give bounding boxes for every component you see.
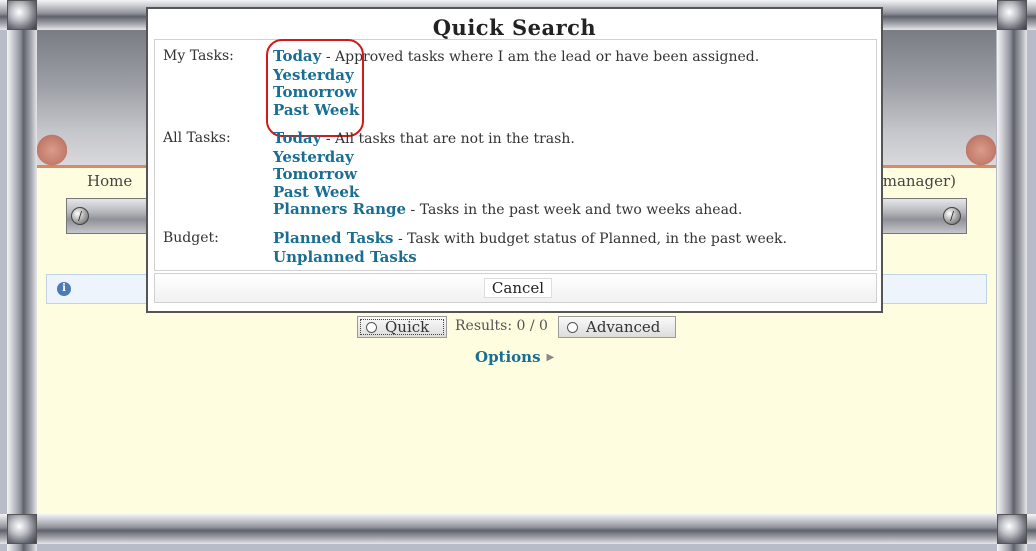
planned-tasks-link[interactable]: Planned Tasks [273, 229, 394, 247]
all-today-desc: - All tasks that are not in the trash. [321, 131, 575, 147]
dialog-title: Quick Search [432, 15, 597, 40]
cancel-button[interactable]: Cancel [484, 278, 552, 298]
list-item: Planned Tasks - Task with budget status … [273, 229, 787, 249]
decor-right [966, 130, 996, 170]
all-tomorrow-link[interactable]: Tomorrow [273, 165, 357, 183]
nav-manager-link[interactable]: manager) [883, 172, 956, 190]
triangle-right-icon: ▶ [546, 352, 555, 363]
planned-tasks-desc: - Task with budget status of Planned, in… [393, 231, 787, 247]
magnifier-icon [567, 322, 578, 333]
dialog-footer: Cancel [154, 273, 877, 303]
results-count: Results: 0 / 0 [455, 318, 548, 334]
my-today-desc: - Approved tasks where I am the lead or … [321, 49, 760, 65]
budget-label: Budget: [163, 230, 219, 246]
list-item: Yesterday [273, 148, 742, 167]
list-item: Tomorrow [273, 165, 742, 184]
screw-icon: / [943, 207, 961, 225]
dialog-body: My Tasks: Today - Approved tasks where I… [154, 39, 877, 271]
unplanned-tasks-link[interactable]: Unplanned Tasks [273, 248, 417, 266]
advanced-search-button[interactable]: Advanced [558, 316, 676, 338]
my-today-link[interactable]: Today [273, 47, 321, 65]
frame-corner-br [997, 514, 1027, 544]
toolbar-right: / [882, 198, 967, 234]
options-toggle[interactable]: Options ▶ [475, 348, 554, 366]
list-item: Today - Approved tasks where I am the le… [273, 47, 760, 67]
info-icon: i [57, 282, 71, 296]
list-item: Today - All tasks that are not in the tr… [273, 129, 742, 149]
list-item: Unplanned Tasks [273, 248, 787, 267]
budget-list: Planned Tasks - Task with budget status … [273, 229, 787, 267]
all-tasks-list: Today - All tasks that are not in the tr… [273, 129, 743, 220]
decor-left [37, 130, 67, 170]
frame-right [997, 0, 1027, 551]
screw-icon: / [71, 207, 89, 225]
quick-search-button[interactable]: Quick [357, 316, 447, 338]
frame-corner-tl [7, 0, 37, 30]
all-yesterday-link[interactable]: Yesterday [273, 148, 354, 166]
my-past-week-link[interactable]: Past Week [273, 101, 359, 119]
list-item: Planners Range - Tasks in the past week … [273, 200, 743, 220]
list-item: Past Week [273, 183, 742, 202]
quick-search-dialog: Quick Search My Tasks: Today - Approved … [146, 7, 883, 313]
all-today-link[interactable]: Today [273, 129, 321, 147]
quick-label: Quick [385, 318, 430, 336]
toolbar-left: / [66, 198, 156, 234]
frame-bottom [0, 514, 1036, 544]
all-tasks-label: All Tasks: [163, 130, 231, 146]
frame-corner-bl [7, 514, 37, 544]
frame-corner-tr [997, 0, 1027, 30]
all-planners-range-desc: - Tasks in the past week and two weeks a… [406, 202, 743, 218]
options-label: Options [475, 348, 541, 366]
my-tasks-label: My Tasks: [163, 48, 234, 64]
my-yesterday-link[interactable]: Yesterday [273, 66, 354, 84]
my-tasks-list: Today - Approved tasks where I am the le… [266, 39, 760, 137]
all-planners-range-link[interactable]: Planners Range [273, 200, 406, 218]
advanced-label: Advanced [586, 318, 661, 336]
magnifier-icon [366, 322, 377, 333]
list-item: Tomorrow [273, 83, 759, 102]
frame-left [7, 0, 37, 551]
all-past-week-link[interactable]: Past Week [273, 183, 359, 201]
my-tomorrow-link[interactable]: Tomorrow [273, 83, 357, 101]
nav-home-link[interactable]: Home [87, 172, 132, 190]
list-item: Yesterday [273, 66, 759, 85]
list-item: Past Week [273, 101, 759, 120]
